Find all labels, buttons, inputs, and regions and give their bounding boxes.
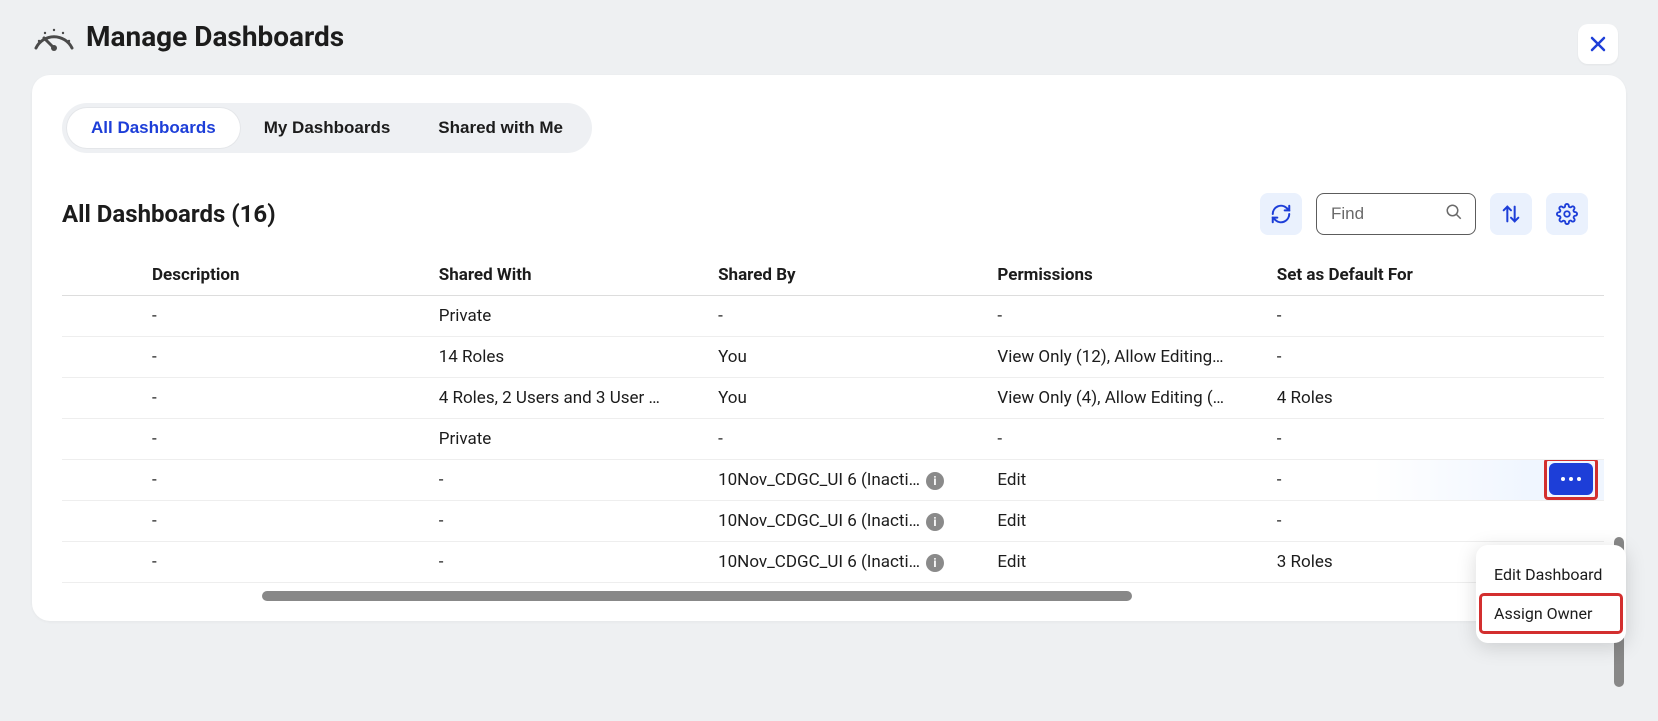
cell-actions [1515, 296, 1604, 337]
cell-actions [1515, 419, 1604, 460]
col-header-permissions[interactable]: Permissions [989, 255, 1268, 296]
cell-set-default: - [1269, 501, 1515, 542]
cell-shared-with: 4 Roles, 2 Users and 3 User … [431, 378, 710, 419]
close-icon [1589, 35, 1607, 53]
sort-button[interactable] [1490, 193, 1532, 235]
cell-permissions: Edit [989, 460, 1268, 501]
cell-permissions: View Only (4), Allow Editing (… [989, 378, 1268, 419]
cell-shared-with: - [431, 501, 710, 542]
page-header: Manage Dashboards [32, 20, 1626, 53]
section-title: All Dashboards (16) [62, 200, 1260, 228]
tab-my-dashboards[interactable]: My Dashboards [240, 108, 415, 148]
cell-shared-by: 10Nov_CDGC_UI 6 (Inacti…i [710, 501, 989, 542]
menu-assign-owner[interactable]: Assign Owner [1480, 594, 1622, 633]
cell-shared-with: Private [431, 419, 710, 460]
col-header-shared-with[interactable]: Shared With [431, 255, 710, 296]
cell-set-default: 4 Roles [1269, 378, 1515, 419]
cell-shared-by: 10Nov_CDGC_UI 6 (Inacti…i [710, 460, 989, 501]
refresh-icon [1270, 203, 1292, 225]
more-actions-button[interactable] [1549, 463, 1593, 495]
info-icon[interactable]: i [926, 513, 944, 531]
main-panel: All Dashboards My Dashboards Shared with… [32, 75, 1626, 621]
col-header-set-default[interactable]: Set as Default For [1269, 255, 1515, 296]
table-row[interactable]: -4 Roles, 2 Users and 3 User …YouView On… [62, 378, 1604, 419]
gauge-icon [32, 22, 76, 52]
cell-shared-with: - [431, 460, 710, 501]
cell-shared-by: - [710, 419, 989, 460]
tabs-container: All Dashboards My Dashboards Shared with… [62, 103, 592, 153]
cell-description: - [62, 296, 431, 337]
cell-permissions: View Only (12), Allow Editing… [989, 337, 1268, 378]
tab-shared-with-me[interactable]: Shared with Me [414, 108, 587, 148]
cell-description: - [62, 378, 431, 419]
cell-set-default: - [1269, 460, 1515, 501]
cell-description: - [62, 460, 431, 501]
col-header-shared-by[interactable]: Shared By [710, 255, 989, 296]
cell-permissions: Edit [989, 501, 1268, 542]
table-row[interactable]: --10Nov_CDGC_UI 6 (Inacti…iEdit- [62, 501, 1604, 542]
cell-set-default: - [1269, 419, 1515, 460]
refresh-button[interactable] [1260, 193, 1302, 235]
table-row[interactable]: -Private--- [62, 296, 1604, 337]
cell-permissions: - [989, 296, 1268, 337]
cell-actions [1515, 378, 1604, 419]
cell-actions [1515, 501, 1604, 542]
cell-shared-by: 10Nov_CDGC_UI 6 (Inacti…i [710, 542, 989, 583]
search-input[interactable] [1329, 203, 1445, 225]
dashboards-table: Description Shared With Shared By Permis… [62, 255, 1604, 583]
row-context-menu: Edit Dashboard Assign Owner [1476, 545, 1626, 643]
search-icon [1445, 203, 1463, 225]
cell-actions [1515, 337, 1604, 378]
settings-button[interactable] [1546, 193, 1588, 235]
cell-description: - [62, 337, 431, 378]
cell-shared-with: - [431, 542, 710, 583]
table-row[interactable]: --10Nov_CDGC_UI 6 (Inacti…iEdit- [62, 460, 1604, 501]
cell-description: - [62, 542, 431, 583]
cell-description: - [62, 501, 431, 542]
cell-set-default: - [1269, 296, 1515, 337]
info-icon[interactable]: i [926, 554, 944, 572]
cell-set-default: - [1269, 337, 1515, 378]
cell-shared-by: - [710, 296, 989, 337]
tab-all-dashboards[interactable]: All Dashboards [67, 108, 240, 148]
cell-actions [1515, 460, 1604, 501]
table-row[interactable]: -14 RolesYouView Only (12), Allow Editin… [62, 337, 1604, 378]
horizontal-scrollbar[interactable] [262, 591, 1132, 601]
info-icon[interactable]: i [926, 472, 944, 490]
search-box[interactable] [1316, 193, 1476, 235]
cell-shared-with: Private [431, 296, 710, 337]
cell-shared-by: You [710, 378, 989, 419]
table-row[interactable]: --10Nov_CDGC_UI 6 (Inacti…iEdit3 Roles [62, 542, 1604, 583]
table-row[interactable]: -Private--- [62, 419, 1604, 460]
cell-shared-by: You [710, 337, 989, 378]
menu-edit-dashboard[interactable]: Edit Dashboard [1480, 555, 1622, 594]
cell-description: - [62, 419, 431, 460]
close-button[interactable] [1578, 24, 1618, 64]
cell-permissions: - [989, 419, 1268, 460]
col-header-description[interactable]: Description [62, 255, 431, 296]
cell-shared-with: 14 Roles [431, 337, 710, 378]
sort-icon [1500, 203, 1522, 225]
cell-permissions: Edit [989, 542, 1268, 583]
gear-icon [1556, 203, 1578, 225]
page-title: Manage Dashboards [86, 20, 344, 53]
